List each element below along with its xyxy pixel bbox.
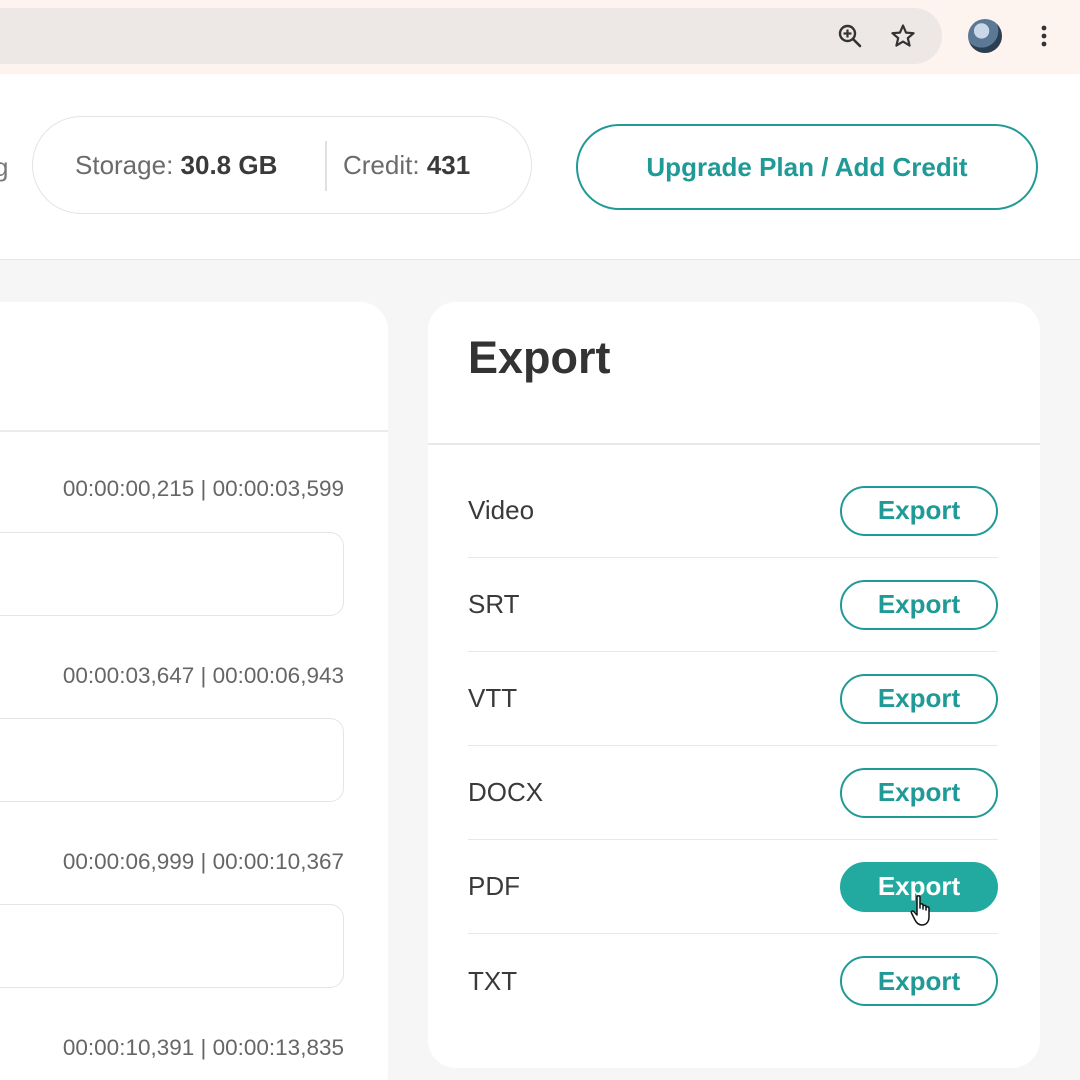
segment-text-field[interactable] bbox=[0, 904, 344, 988]
export-row-video: Video Export bbox=[468, 464, 998, 558]
transcript-panel: 00:00:00,215 | 00:00:03,599 00:00:03,647… bbox=[0, 302, 388, 1080]
address-bar[interactable] bbox=[0, 8, 942, 64]
credit-stat: Credit: 431 bbox=[343, 150, 470, 181]
export-docx-button[interactable]: Export bbox=[840, 767, 998, 818]
app-header: g Storage: 30.8 GB Credit: 431 Upgrade P… bbox=[0, 74, 1080, 260]
storage-stat: Storage: 30.8 GB bbox=[75, 150, 277, 181]
credit-value: 431 bbox=[426, 150, 471, 180]
credit-label: Credit: bbox=[343, 150, 420, 180]
export-row-docx: DOCX Export bbox=[468, 746, 998, 840]
export-title: Export bbox=[468, 332, 611, 383]
export-row-vtt: VTT Export bbox=[468, 652, 998, 746]
export-video-button[interactable]: Export bbox=[840, 485, 998, 536]
segment-text-field[interactable] bbox=[0, 532, 344, 616]
export-srt-button[interactable]: Export bbox=[840, 579, 998, 630]
segment-text-field[interactable] bbox=[0, 718, 344, 802]
export-txt-button[interactable]: Export bbox=[840, 956, 998, 1006]
format-label: PDF bbox=[468, 871, 520, 901]
export-row-pdf: PDF Export bbox=[468, 840, 998, 934]
export-list: Video Export SRT Export VTT Export DOCX … bbox=[468, 464, 998, 1028]
truncated-header-text: g bbox=[0, 152, 9, 182]
panel-divider bbox=[428, 443, 1040, 445]
format-label: SRT bbox=[468, 589, 520, 619]
stat-divider bbox=[325, 141, 327, 191]
export-vtt-button[interactable]: Export bbox=[840, 673, 998, 724]
export-row-srt: SRT Export bbox=[468, 558, 998, 652]
kebab-menu-icon[interactable] bbox=[1030, 20, 1058, 52]
usage-stats-pill: Storage: 30.8 GB Credit: 431 bbox=[32, 116, 532, 214]
zoom-in-icon[interactable] bbox=[834, 20, 866, 52]
export-pdf-button[interactable]: Export bbox=[840, 861, 998, 926]
segment-timestamp: 00:00:03,647 | 00:00:06,943 bbox=[62, 663, 344, 688]
segment-timestamp: 00:00:10,391 | 00:00:13,835 bbox=[62, 1035, 344, 1060]
upgrade-plan-button[interactable]: Upgrade Plan / Add Credit bbox=[576, 124, 1038, 210]
format-label: DOCX bbox=[468, 777, 544, 807]
panel-divider bbox=[0, 430, 388, 432]
segment-timestamp: 00:00:06,999 | 00:00:10,367 bbox=[62, 849, 344, 874]
avatar[interactable] bbox=[968, 19, 1002, 53]
browser-toolbar bbox=[0, 0, 1080, 74]
storage-label: Storage: bbox=[75, 150, 174, 180]
format-label: Video bbox=[468, 495, 535, 525]
segment-timestamp: 00:00:00,215 | 00:00:03,599 bbox=[62, 476, 344, 501]
star-icon[interactable] bbox=[887, 20, 919, 52]
hand-cursor-icon bbox=[910, 894, 930, 926]
format-label: TXT bbox=[468, 965, 518, 996]
format-label: VTT bbox=[468, 683, 518, 713]
export-panel: Export Video Export SRT Export VTT Expor… bbox=[428, 302, 1040, 1068]
export-row-txt: TXT Export bbox=[468, 934, 998, 1028]
storage-value: 30.8 GB bbox=[180, 150, 278, 180]
